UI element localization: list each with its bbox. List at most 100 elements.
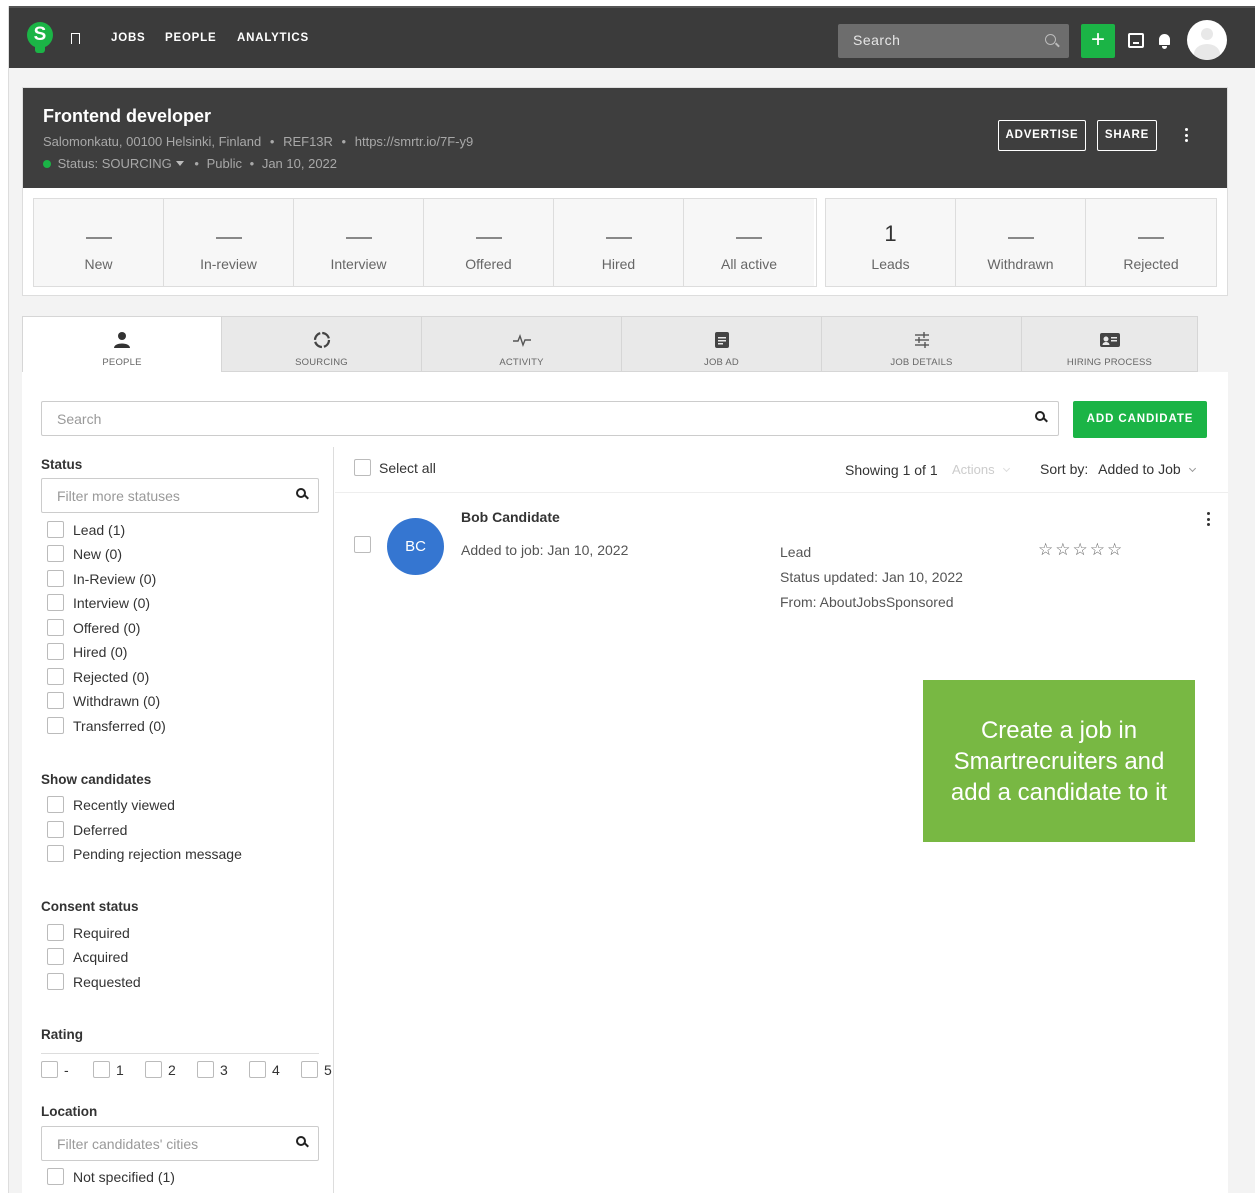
job-visibility[interactable]: Public (207, 156, 242, 171)
tab-people[interactable]: PEOPLE (22, 316, 222, 372)
stat-in-review[interactable]: In-review (164, 199, 294, 286)
advertise-button[interactable]: ADVERTISE (998, 120, 1086, 151)
add-candidate-button[interactable]: ADD CANDIDATE (1073, 401, 1207, 438)
nav-jobs[interactable]: JOBS (111, 32, 146, 44)
location-filter-box (41, 1126, 319, 1161)
location-option-not-specified[interactable]: Not specified (1) (47, 1168, 175, 1185)
tab-hiring-process[interactable]: HIRING PROCESS (1022, 316, 1198, 372)
show-option-recently-viewed[interactable]: Recently viewed (47, 796, 175, 813)
status-dropdown[interactable]: SOURCING (102, 156, 187, 171)
filter-location-title: Location (41, 1104, 98, 1119)
nav-people[interactable]: PEOPLE (165, 32, 216, 44)
job-tabs: PEOPLE SOURCING ACTIVITY JOB AD JOB DETA… (22, 316, 1198, 372)
caret-down-icon (175, 161, 184, 166)
filter-consent-title: Consent status (41, 899, 139, 914)
tab-job-details[interactable]: JOB DETAILS (822, 316, 1022, 372)
stat-leads[interactable]: 1 Leads (826, 199, 956, 286)
search-icon[interactable] (1045, 34, 1056, 45)
status-option-new[interactable]: New (0) (47, 545, 122, 562)
candidate-checkbox[interactable] (354, 536, 371, 553)
tab-job-ad[interactable]: JOB AD (622, 316, 822, 372)
job-header: Frontend developer Salomonkatu, 00100 He… (23, 88, 1227, 188)
candidate-search-input[interactable] (42, 402, 957, 436)
job-date: Jan 10, 2022 (261, 156, 338, 171)
sort-dropdown[interactable]: Sort by: Added to Job (1040, 461, 1196, 477)
bookmark-icon[interactable] (71, 33, 80, 44)
tab-activity[interactable]: ACTIVITY (422, 316, 622, 372)
candidate-avatar[interactable]: BC (387, 518, 444, 575)
promo-caption: Create a job in Smartrecruiters and add … (923, 680, 1195, 842)
results-count: Showing 1 of 1 (845, 462, 938, 478)
stat-rejected[interactable]: Rejected (1086, 199, 1216, 286)
list-toolbar: Select all Showing 1 of 1 Actions Sort b… (335, 447, 1228, 493)
stat-hired[interactable]: Hired (554, 199, 684, 286)
sourcing-ring-icon (313, 331, 330, 349)
stat-offered[interactable]: Offered (424, 199, 554, 286)
candidate-status: Lead (780, 544, 812, 560)
consent-option-requested[interactable]: Requested (47, 973, 141, 990)
nav-analytics[interactable]: ANALYTICS (237, 32, 309, 44)
inbox-icon[interactable] (1128, 33, 1144, 48)
global-search-input[interactable] (838, 24, 1038, 56)
consent-option-required[interactable]: Required (47, 924, 130, 941)
pipeline-stats-other: 1 Leads Withdrawn Rejected (825, 198, 1217, 287)
candidate-more-options-icon[interactable] (1207, 512, 1210, 529)
smartrecruiters-logo[interactable]: S (27, 22, 53, 53)
global-search (838, 24, 1069, 58)
status-option-in-review[interactable]: In-Review (0) (47, 570, 156, 587)
search-icon[interactable] (1035, 411, 1045, 421)
chevron-down-icon (1188, 464, 1196, 473)
pipeline-stats-active: New In-review Interview Offered Hired Al… (33, 198, 817, 287)
filter-status-title: Status (41, 457, 83, 472)
job-location: Salomonkatu, 00100 Helsinki, Finland (43, 134, 262, 149)
document-icon (714, 332, 729, 348)
more-options-icon[interactable] (1185, 128, 1188, 143)
status-option-lead[interactable]: Lead (1) (47, 521, 125, 538)
job-status-line: Status: SOURCING • Public • Jan 10, 2022 (43, 156, 337, 171)
search-icon (296, 1136, 306, 1146)
candidate-added-date: Added to job: Jan 10, 2022 (461, 542, 629, 558)
rating-4-checkbox[interactable] (249, 1061, 266, 1078)
chevron-down-icon (1002, 464, 1010, 473)
show-option-deferred[interactable]: Deferred (47, 821, 127, 838)
job-summary-card: Frontend developer Salomonkatu, 00100 He… (22, 87, 1228, 296)
filters-sidebar: Status Lead (1) New (0) In-Review (0) In… (22, 447, 334, 1193)
job-ref: REF13R (283, 134, 333, 149)
tab-sourcing[interactable]: SOURCING (222, 316, 422, 372)
rating-1-checkbox[interactable] (93, 1061, 110, 1078)
location-filter-input[interactable] (42, 1127, 291, 1161)
sliders-icon (914, 332, 929, 348)
create-new-button[interactable]: + (1081, 24, 1115, 58)
job-short-url[interactable]: https://smrtr.io/7F-y9 (355, 134, 473, 149)
select-all-checkbox[interactable]: Select all (354, 459, 436, 476)
rating-3-checkbox[interactable] (197, 1061, 214, 1078)
status-filter-box (41, 478, 319, 513)
candidate-name[interactable]: Bob Candidate (461, 509, 560, 525)
show-option-pending-rejection[interactable]: Pending rejection message (47, 845, 242, 862)
rating-none-checkbox[interactable] (41, 1061, 58, 1078)
status-option-rejected[interactable]: Rejected (0) (47, 668, 149, 685)
stat-new[interactable]: New (34, 199, 164, 286)
share-button[interactable]: SHARE (1097, 120, 1157, 151)
status-filter-input[interactable] (42, 479, 291, 513)
top-navigation-bar: S JOBS PEOPLE ANALYTICS + (9, 6, 1255, 68)
status-option-offered[interactable]: Offered (0) (47, 619, 140, 636)
rating-2-checkbox[interactable] (145, 1061, 162, 1078)
status-option-withdrawn[interactable]: Withdrawn (0) (47, 692, 160, 709)
status-option-interview[interactable]: Interview (0) (47, 594, 150, 611)
consent-option-acquired[interactable]: Acquired (47, 948, 128, 965)
status-option-transferred[interactable]: Transferred (0) (47, 717, 166, 734)
user-avatar[interactable] (1187, 20, 1227, 60)
app-frame: S JOBS PEOPLE ANALYTICS + Frontend devel… (8, 6, 1255, 1193)
candidate-search (41, 401, 1059, 436)
stat-interview[interactable]: Interview (294, 199, 424, 286)
candidate-status-updated: Status updated: Jan 10, 2022 (780, 569, 963, 585)
status-option-hired[interactable]: Hired (0) (47, 643, 127, 660)
stat-all-active[interactable]: All active (684, 199, 814, 286)
status-dot-icon (43, 160, 51, 168)
rating-5-checkbox[interactable] (301, 1061, 318, 1078)
stat-withdrawn[interactable]: Withdrawn (956, 199, 1086, 286)
candidate-rating-stars[interactable]: ☆☆☆☆☆ (1038, 540, 1124, 560)
actions-dropdown[interactable]: Actions (952, 462, 1010, 477)
notifications-bell-icon[interactable] (1159, 34, 1170, 49)
